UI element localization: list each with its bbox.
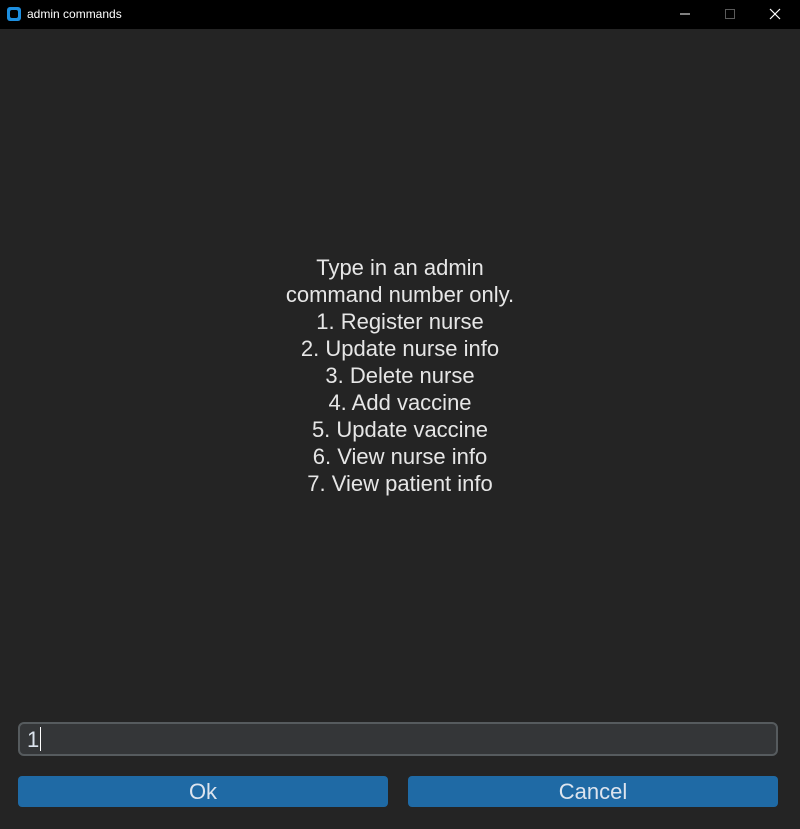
close-icon <box>769 8 781 20</box>
command-option: 1. Register nurse <box>316 309 484 334</box>
instruction-line: Type in an admin <box>316 255 484 280</box>
window-title: admin commands <box>27 7 122 21</box>
minimize-icon <box>680 13 690 15</box>
command-input-value: 1 <box>27 727 40 752</box>
title-bar[interactable]: admin commands <box>0 0 800 29</box>
close-button[interactable] <box>752 0 798 29</box>
command-option: 6. View nurse info <box>312 444 488 469</box>
command-option: 5. Update vaccine <box>311 417 489 442</box>
ok-button[interactable]: Ok <box>18 776 388 807</box>
admin-commands-dialog: admin commands Type in an admin command … <box>0 0 800 829</box>
instruction-line: command number only. <box>285 282 515 307</box>
app-icon <box>7 7 21 21</box>
maximize-button[interactable] <box>707 0 753 29</box>
minimize-button[interactable] <box>662 0 708 29</box>
command-option: 3. Delete nurse <box>325 363 475 388</box>
command-option: 2. Update nurse info <box>300 336 500 361</box>
maximize-icon <box>725 9 735 19</box>
command-option: 7. View patient info <box>307 471 493 496</box>
instruction-text: Type in an admin command number only. 1.… <box>0 254 800 497</box>
text-caret <box>40 727 42 751</box>
command-input[interactable]: 1 <box>18 722 778 756</box>
cancel-button[interactable]: Cancel <box>408 776 778 807</box>
command-option: 4. Add vaccine <box>328 390 472 415</box>
